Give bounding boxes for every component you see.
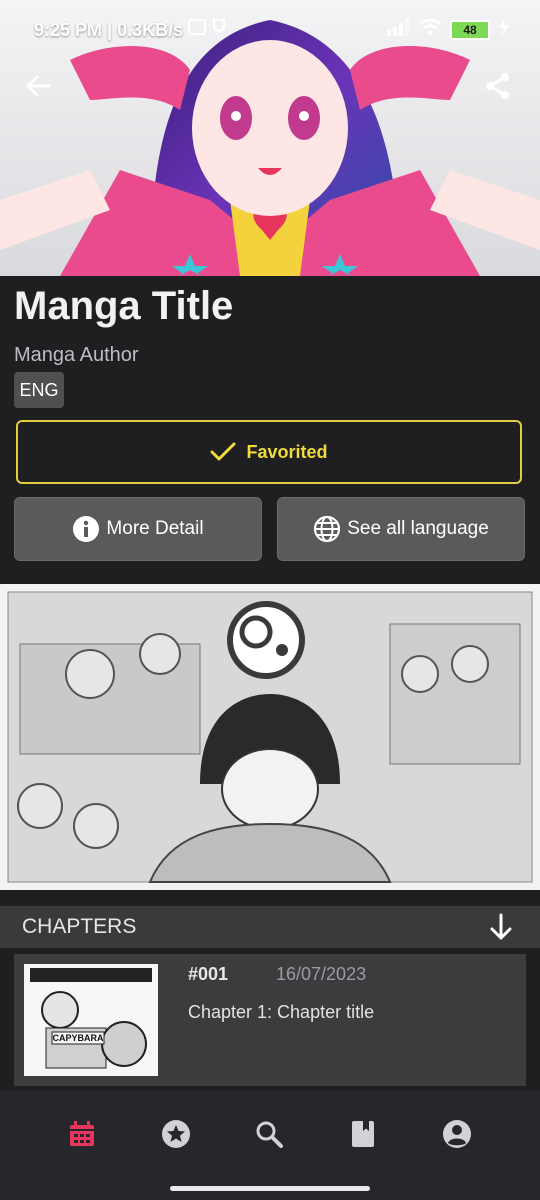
nav-calendar[interactable] <box>64 1116 100 1152</box>
book-icon <box>352 1121 374 1147</box>
favorite-label: Favorited <box>246 441 328 462</box>
charging-icon <box>498 18 510 41</box>
manga-title: Manga Title <box>14 284 234 328</box>
wifi-icon <box>418 18 442 41</box>
chapter-thumbnail: CAPYBARA <box>24 964 158 1076</box>
arrow-down-icon <box>490 913 512 940</box>
star-icon <box>162 1120 190 1148</box>
see-all-language-label: See all language <box>347 518 489 539</box>
chapter-date: 16/07/2023 <box>276 964 367 984</box>
nav-profile[interactable] <box>439 1116 475 1152</box>
status-time: 9:25 PM | 0.3KB/s <box>34 20 184 40</box>
app-notification-icon <box>212 18 226 41</box>
manga-banner-image <box>0 584 540 890</box>
manga-author: Manga Author <box>14 344 139 366</box>
more-detail-button[interactable]: More Detail <box>14 497 262 561</box>
calendar-icon <box>70 1121 94 1146</box>
nav-library[interactable] <box>345 1116 381 1152</box>
chapter-title: Chapter 1: Chapter title <box>188 1002 375 1022</box>
share-icon <box>486 73 509 99</box>
status-bar: 9:25 PM | 0.3KB/s 48 <box>0 0 540 60</box>
nav-favorites[interactable] <box>158 1116 194 1152</box>
battery-icon: 48 <box>450 19 490 40</box>
search-icon <box>256 1121 283 1148</box>
chapters-header: CHAPTERS <box>0 906 540 948</box>
sort-chapters-button[interactable] <box>486 912 516 942</box>
share-button[interactable] <box>478 66 518 106</box>
check-icon <box>210 442 236 461</box>
info-icon <box>73 516 100 542</box>
account-icon <box>443 1120 471 1148</box>
favorite-button[interactable]: Favorited <box>16 420 522 484</box>
chapter-number: #001 <box>188 964 229 984</box>
chapters-title: CHAPTERS <box>22 915 137 938</box>
globe-icon <box>314 515 341 543</box>
see-all-language-button[interactable]: See all language <box>277 497 525 561</box>
chapter-list-item[interactable]: CAPYBARA #001 16/07/2023 Chapter 1: Chap… <box>14 954 526 1086</box>
language-badge: ENG <box>14 372 64 408</box>
arrow-left-icon <box>26 75 51 97</box>
notification-icon <box>188 18 206 41</box>
signal-icon <box>386 18 410 41</box>
more-detail-label: More Detail <box>106 518 204 539</box>
thumbnail-text: CAPYBARA <box>52 1033 104 1043</box>
home-indicator[interactable] <box>170 1186 370 1191</box>
bottom-navigation <box>0 1090 540 1200</box>
back-button[interactable] <box>18 66 58 106</box>
nav-search[interactable] <box>251 1116 287 1152</box>
